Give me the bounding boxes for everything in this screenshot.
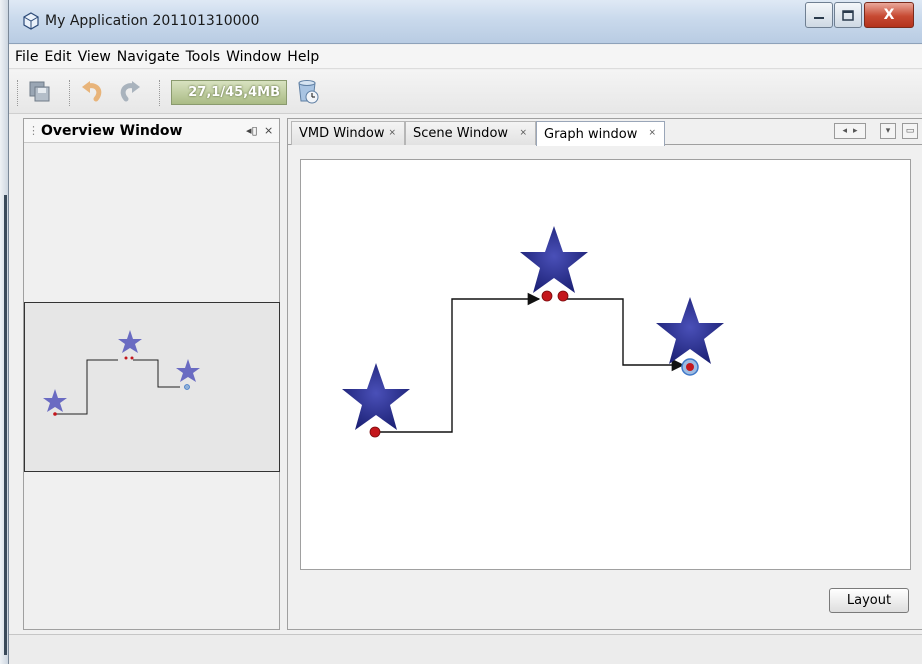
maximize-window-icon: ▭ [905, 126, 915, 136]
toolbar-separator [159, 80, 162, 106]
graph-edge-2[interactable] [565, 298, 685, 372]
star-icon [520, 226, 588, 293]
graph-scene [342, 226, 724, 438]
graph-node-2[interactable] [520, 226, 588, 302]
close-button[interactable]: X [864, 2, 914, 28]
node-pin[interactable] [557, 290, 569, 302]
toolbar-separator [69, 80, 72, 106]
overview-node-3 [176, 359, 200, 390]
tab-close-icon[interactable]: ⨯ [388, 128, 396, 138]
tab-label: Graph window [544, 126, 638, 142]
toolbar: 27,1/45,4MB [9, 70, 922, 114]
star-icon [342, 363, 410, 430]
menu-window[interactable]: Window [226, 49, 281, 65]
app-cube-icon [23, 12, 39, 30]
close-panel-icon[interactable]: ⨯ [264, 124, 273, 137]
undo-icon [82, 81, 102, 102]
star-icon [656, 297, 724, 364]
menu-help[interactable]: Help [287, 49, 319, 65]
tab-label: Scene Window [413, 126, 509, 141]
maximize-icon [842, 9, 854, 21]
maximize-button[interactable] [834, 2, 862, 28]
overview-node-1 [43, 389, 67, 416]
desktop-edge [0, 0, 8, 664]
undo-button[interactable] [79, 78, 107, 106]
overview-viewport[interactable] [24, 302, 280, 472]
menu-view[interactable]: View [78, 49, 111, 65]
title-bar[interactable]: My Application 201101310000 X [9, 0, 922, 44]
tab-close-icon[interactable]: ⨯ [648, 128, 656, 138]
menu-edit[interactable]: Edit [44, 49, 71, 65]
layout-button[interactable]: Layout [829, 588, 909, 613]
toolbar-grip[interactable] [17, 80, 20, 106]
overview-header[interactable]: ⋮ Overview Window [24, 119, 279, 143]
minimize-panel-icon[interactable]: ◂▯ [246, 124, 258, 137]
status-bar [9, 634, 922, 664]
redo-button[interactable] [115, 78, 143, 106]
tab-list-button[interactable]: ▾ [880, 123, 896, 139]
chevron-down-icon: ▾ [885, 126, 891, 136]
graph-canvas[interactable] [300, 159, 911, 570]
tab-close-icon[interactable]: ⨯ [519, 128, 527, 138]
graph-node-3[interactable] [656, 297, 724, 376]
save-all-icon [29, 81, 50, 102]
menu-bar: File Edit View Navigate Tools Window Hel… [9, 45, 922, 69]
editor-tabs: VMD Window ⨯ Scene Window ⨯ Graph window… [288, 119, 922, 146]
tab-graph-window[interactable]: Graph window ⨯ [536, 121, 665, 146]
minimize-icon [814, 17, 824, 19]
close-icon: X [883, 7, 895, 23]
menu-file[interactable]: File [15, 49, 38, 65]
node-pin[interactable] [369, 426, 381, 438]
minimize-button[interactable] [805, 2, 833, 28]
scroll-right-icon[interactable]: ▸ [853, 126, 858, 136]
graph-node-1[interactable] [342, 363, 410, 438]
menu-tools[interactable]: Tools [186, 49, 221, 65]
memory-indicator[interactable]: 27,1/45,4MB [171, 80, 287, 105]
tab-scene-window[interactable]: Scene Window ⨯ [405, 121, 536, 145]
tab-label: VMD Window [299, 126, 385, 141]
application-window: My Application 201101310000 X File Edit … [8, 0, 922, 664]
maximize-editor-button[interactable]: ▭ [902, 123, 918, 139]
overview-panel: ⋮ Overview Window ◂▯ ⨯ [23, 118, 280, 630]
tab-vmd-window[interactable]: VMD Window ⨯ [291, 121, 405, 145]
redo-icon [120, 81, 140, 102]
node-pin[interactable] [541, 290, 553, 302]
scroll-left-icon[interactable]: ◂ [842, 126, 847, 136]
overview-title: Overview Window [41, 122, 183, 139]
window-title: My Application 201101310000 [45, 13, 260, 29]
menu-navigate[interactable]: Navigate [117, 49, 180, 65]
garbage-collect-icon [298, 80, 319, 104]
tab-scroll-buttons[interactable]: ◂ ▸ [834, 123, 866, 139]
drag-grip-icon: ⋮ [28, 124, 39, 137]
graph-edge-1[interactable] [377, 292, 541, 433]
overview-node-2 [118, 330, 142, 360]
save-all-button[interactable] [26, 78, 54, 106]
editor-area: VMD Window ⨯ Scene Window ⨯ Graph window… [287, 118, 922, 630]
garbage-collect-button[interactable] [294, 78, 322, 106]
overview-graph-thumbnail [43, 330, 200, 416]
